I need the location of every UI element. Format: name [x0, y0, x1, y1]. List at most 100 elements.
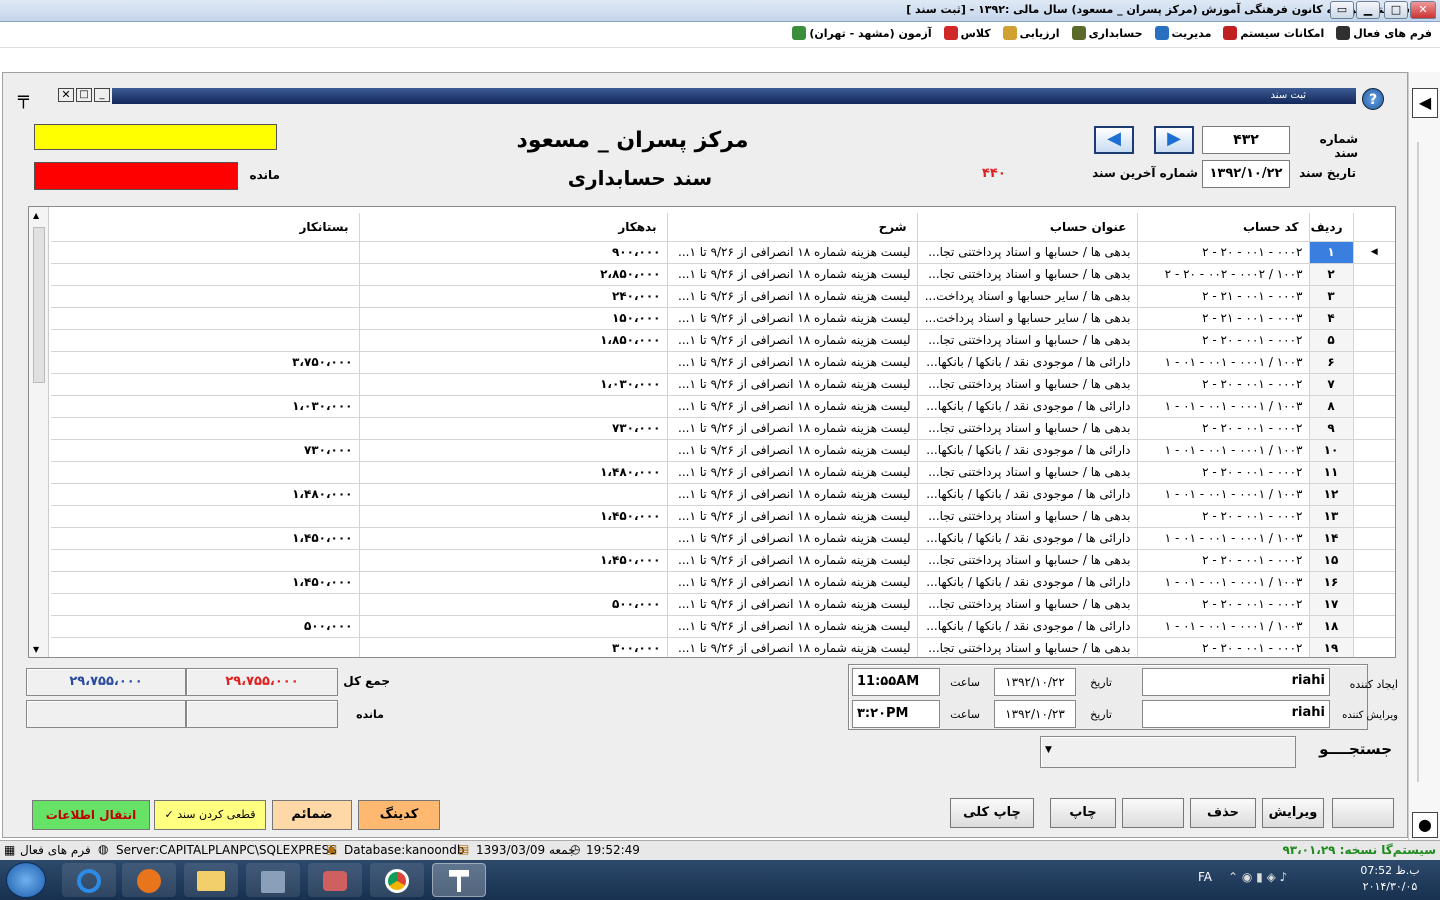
scroll-thumb[interactable] [33, 227, 45, 383]
account-code-cell[interactable]: ۰۰۰۲ - ۰۰۱ - ۲۰ - ۲ [1137, 417, 1310, 440]
scroll-down-icon[interactable]: ▼ [33, 645, 39, 654]
row-number-cell[interactable]: ۱۱ [1309, 461, 1354, 484]
debit-cell[interactable]: ۱،۸۵۰،۰۰۰ [359, 329, 668, 352]
account-title-cell[interactable]: بدهی ها / حسابها و اسناد پرداختنی تجا... [917, 505, 1138, 528]
account-title-cell[interactable]: بدهی ها / حسابها و اسناد پرداختنی تجا... [917, 461, 1138, 484]
account-title-cell[interactable]: دارائی ها / موجودی نقد / بانکها / بانکها… [917, 483, 1138, 506]
print-all-button[interactable]: چاپ کلی [950, 798, 1034, 828]
credit-cell[interactable] [51, 373, 360, 396]
restore-button[interactable]: ▭ [1330, 1, 1354, 19]
edit-button[interactable]: ویرایش [1262, 798, 1324, 828]
menu-item-1[interactable]: کلاس [940, 26, 995, 40]
row-number-cell[interactable]: ۸ [1309, 395, 1354, 418]
description-cell[interactable]: لیست هزینه شماره ۱۸ انصرافی از ۹/۲۶ تا ۱… [667, 505, 918, 528]
account-code-cell[interactable]: ۱۰۰۳ / ۰۰۰۱ - ۰۰۱ - ۰۱ - ۱ [1137, 439, 1310, 462]
account-title-cell[interactable]: بدهی ها / سایر حسابها و اسناد پرداخت... [917, 307, 1138, 330]
credit-cell[interactable]: ۱،۰۳۰،۰۰۰ [51, 395, 360, 418]
row-number-cell[interactable]: ۷ [1309, 373, 1354, 396]
table-row[interactable]: ۱۵۰،۰۰۰ لیست هزینه شماره ۱۸ انصرافی از ۹/… [51, 307, 1395, 330]
credit-cell[interactable] [51, 263, 360, 286]
account-code-cell[interactable]: ۱۰۰۳ / ۰۰۰۲ - ۰۰۲ - ۲۰ - ۲ [1137, 263, 1310, 286]
delete-button[interactable]: حذف [1190, 798, 1256, 828]
account-title-cell[interactable]: بدهی ها / حسابها و اسناد پرداختنی تجا... [917, 593, 1138, 616]
credit-cell[interactable]: ۱،۴۵۰،۰۰۰ [51, 571, 360, 594]
menu-item-5[interactable]: امکانات سیستم [1219, 26, 1328, 40]
account-code-cell[interactable]: ۱۰۰۳ / ۰۰۰۱ - ۰۰۱ - ۰۱ - ۱ [1137, 395, 1310, 418]
row-number-cell[interactable]: ۹ [1309, 417, 1354, 440]
description-cell[interactable]: لیست هزینه شماره ۱۸ انصرافی از ۹/۲۶ تا ۱… [667, 263, 918, 286]
account-title-cell[interactable]: بدهی ها / حسابها و اسناد پرداختنی تجا... [917, 373, 1138, 396]
table-row[interactable]: ۹۰۰،۰۰۰ لیست هزینه شماره ۱۸ انصرافی از ۹/… [51, 241, 1395, 264]
debit-cell[interactable]: ۱،۴۵۰،۰۰۰ [359, 505, 668, 528]
account-code-cell[interactable]: ۰۰۰۲ - ۰۰۱ - ۲۰ - ۲ [1137, 461, 1310, 484]
account-title-cell[interactable]: بدهی ها / حسابها و اسناد پرداختنی تجا... [917, 637, 1138, 657]
description-cell[interactable]: لیست هزینه شماره ۱۸ انصرافی از ۹/۲۶ تا ۱… [667, 351, 918, 374]
description-cell[interactable]: لیست هزینه شماره ۱۸ انصرافی از ۹/۲۶ تا ۱… [667, 549, 918, 572]
credit-cell[interactable] [51, 329, 360, 352]
credit-cell[interactable] [51, 549, 360, 572]
form-minimize-icon[interactable]: _ [94, 88, 110, 102]
description-cell[interactable]: لیست هزینه شماره ۱۸ انصرافی از ۹/۲۶ تا ۱… [667, 241, 918, 264]
table-row[interactable]: ۳،۷۵۰،۰۰۰ لیست هزینه شماره ۱۸ انصرافی از … [51, 351, 1395, 374]
table-row[interactable]: ۲،۸۵۰،۰۰۰ لیست هزینه شماره ۱۸ انصرافی از … [51, 263, 1395, 286]
account-code-cell[interactable]: ۱۰۰۳ / ۰۰۰۱ - ۰۰۱ - ۰۱ - ۱ [1137, 571, 1310, 594]
table-row[interactable]: ۲۴۰،۰۰۰ لیست هزینه شماره ۱۸ انصرافی از ۹/… [51, 285, 1395, 308]
row-number-cell[interactable]: ۶ [1309, 351, 1354, 374]
search-input[interactable]: ▼ [1040, 736, 1296, 768]
credit-cell[interactable]: ۷۳۰،۰۰۰ [51, 439, 360, 462]
collapse-panel-icon[interactable]: ◀ [1412, 88, 1438, 118]
row-number-cell[interactable]: ۱۸ [1309, 615, 1354, 638]
doc-number-field[interactable]: ۴۳۲ [1202, 126, 1290, 154]
account-code-cell[interactable]: ۰۰۰۲ - ۰۰۱ - ۲۰ - ۲ [1137, 241, 1310, 264]
column-code[interactable]: کد حساب [1137, 213, 1310, 242]
prev-doc-button[interactable]: ◀ [1094, 126, 1134, 154]
table-row[interactable]: ۱،۴۸۰،۰۰۰ لیست هزینه شماره ۱۸ انصرافی از … [51, 461, 1395, 484]
table-row[interactable]: ۱،۰۳۰،۰۰۰ لیست هزینه شماره ۱۸ انصرافی از … [51, 395, 1395, 418]
transfer-data-button[interactable]: انتقال اطلاعات [32, 800, 150, 830]
description-cell[interactable]: لیست هزینه شماره ۱۸ انصرافی از ۹/۲۶ تا ۱… [667, 395, 918, 418]
description-cell[interactable]: لیست هزینه شماره ۱۸ انصرافی از ۹/۲۶ تا ۱… [667, 439, 918, 462]
table-row[interactable]: ۵۰۰،۰۰۰ لیست هزینه شماره ۱۸ انصرافی از ۹/… [51, 615, 1395, 638]
row-number-cell[interactable]: ۱۵ [1309, 549, 1354, 572]
account-title-cell[interactable]: بدهی ها / حسابها و اسناد پرداختنی تجا... [917, 241, 1138, 264]
language-indicator[interactable]: FA [1198, 870, 1212, 884]
credit-cell[interactable] [51, 307, 360, 330]
minimize-button[interactable]: ▁ [1356, 1, 1380, 19]
account-code-cell[interactable]: ۰۰۰۲ - ۰۰۱ - ۲۰ - ۲ [1137, 329, 1310, 352]
row-number-cell[interactable]: ۱۶ [1309, 571, 1354, 594]
column-debit[interactable]: بدهکار [359, 213, 668, 242]
explorer-taskbar-icon[interactable] [184, 863, 238, 897]
table-row[interactable]: ۱،۴۸۰،۰۰۰ لیست هزینه شماره ۱۸ انصرافی از … [51, 483, 1395, 506]
description-cell[interactable]: لیست هزینه شماره ۱۸ انصرافی از ۹/۲۶ تا ۱… [667, 527, 918, 550]
debit-cell[interactable] [359, 571, 668, 594]
debit-cell[interactable]: ۹۰۰،۰۰۰ [359, 241, 668, 264]
table-row[interactable]: ۱،۰۳۰،۰۰۰ لیست هزینه شماره ۱۸ انصرافی از … [51, 373, 1395, 396]
table-row[interactable]: ۱،۸۵۰،۰۰۰ لیست هزینه شماره ۱۸ انصرافی از … [51, 329, 1395, 352]
account-title-cell[interactable]: بدهی ها / حسابها و اسناد پرداختنی تجا... [917, 263, 1138, 286]
tray-icons[interactable]: ⌃ ◉ ▮ ◈ ♪ [1228, 870, 1287, 884]
credit-cell[interactable] [51, 461, 360, 484]
print-button[interactable]: چاپ [1050, 798, 1116, 828]
form-maximize-icon[interactable]: □ [76, 88, 92, 102]
debit-cell[interactable]: ۱،۴۸۰،۰۰۰ [359, 461, 668, 484]
account-title-cell[interactable]: دارائی ها / موجودی نقد / بانکها / بانکها… [917, 439, 1138, 462]
maximize-button[interactable]: □ [1384, 1, 1408, 19]
finalize-doc-button[interactable]: ✓ قطعی کردن سند [154, 800, 266, 830]
table-row[interactable]: ۱،۴۵۰،۰۰۰ لیست هزینه شماره ۱۸ انصرافی از … [51, 505, 1395, 528]
account-code-cell[interactable]: ۰۰۰۲ - ۰۰۱ - ۲۰ - ۲ [1137, 549, 1310, 572]
debit-cell[interactable]: ۲۴۰،۰۰۰ [359, 285, 668, 308]
app-taskbar-icon[interactable] [308, 863, 362, 897]
debit-cell[interactable]: ۱،۴۵۰،۰۰۰ [359, 549, 668, 572]
credit-cell[interactable] [51, 241, 360, 264]
debit-cell[interactable] [359, 527, 668, 550]
table-row[interactable]: ۳۰۰،۰۰۰ لیست هزینه شماره ۱۸ انصرافی از ۹/… [51, 637, 1395, 657]
grid-scrollbar[interactable]: ▲ ▼ [29, 207, 49, 657]
row-number-cell[interactable]: ۵ [1309, 329, 1354, 352]
debit-cell[interactable] [359, 351, 668, 374]
form-close-icon[interactable]: ✕ [58, 88, 74, 102]
account-code-cell[interactable]: ۱۰۰۳ / ۰۰۰۱ - ۰۰۱ - ۰۱ - ۱ [1137, 351, 1310, 374]
bottom-panel-icon[interactable]: ⬤ [1412, 812, 1438, 838]
scroll-up-icon[interactable]: ▲ [33, 211, 39, 220]
account-code-cell[interactable]: ۰۰۰۲ - ۰۰۱ - ۲۰ - ۲ [1137, 373, 1310, 396]
description-cell[interactable]: لیست هزینه شماره ۱۸ انصرافی از ۹/۲۶ تا ۱… [667, 461, 918, 484]
